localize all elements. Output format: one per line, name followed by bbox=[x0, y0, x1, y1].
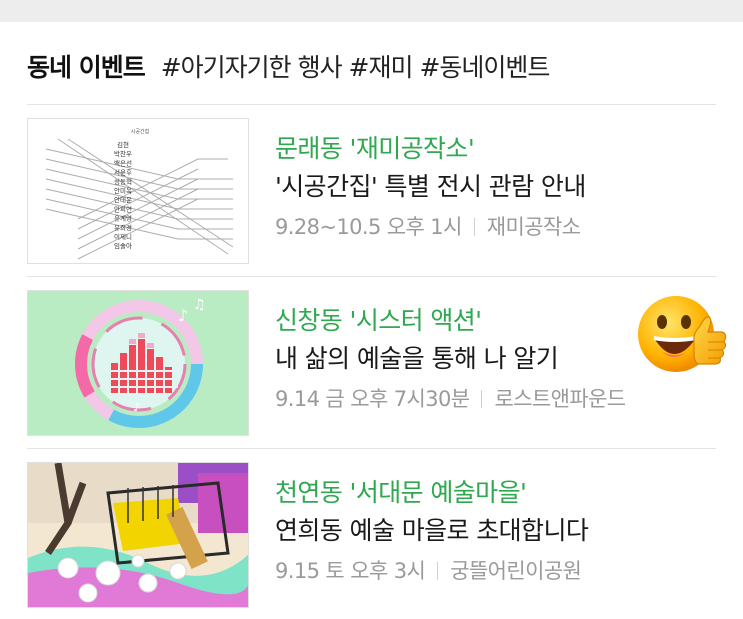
event-place: 궁뜰어린이공원 bbox=[450, 559, 582, 583]
svg-text:♫: ♫ bbox=[193, 297, 206, 313]
event-description[interactable]: 내 삶의 예술을 통해 나 알기 bbox=[275, 340, 626, 378]
music-circle-illustration: ♪ ♫ ♪ bbox=[28, 291, 248, 435]
playground-illustration bbox=[28, 463, 248, 607]
event-thumbnail-music[interactable]: ♪ ♫ ♪ bbox=[27, 290, 249, 436]
svg-text:시공간집: 시공간집 bbox=[131, 128, 149, 135]
poster-name-text: 임솔아 bbox=[114, 241, 132, 250]
meta-separator bbox=[473, 218, 475, 236]
event-meta: 9.15 토 오후 3시 궁뜰어린이공원 bbox=[275, 552, 588, 590]
poster-name-text: 안미옥 bbox=[114, 186, 132, 195]
divider bbox=[27, 276, 716, 277]
thumbs-up-smiley-icon bbox=[636, 292, 728, 378]
event-meta: 9.28~10.5 오후 1시 재미공작소 bbox=[275, 208, 586, 246]
event-description[interactable]: 연희동 예술 마을로 초대합니다 bbox=[275, 512, 589, 550]
section-hashtags: #아기자기한 행사 #재미 #동네이벤트 bbox=[160, 53, 551, 82]
event-thumbnail-playground[interactable] bbox=[27, 462, 249, 608]
poster-name-text: 안희연 bbox=[114, 204, 132, 213]
divider bbox=[27, 104, 716, 105]
poster-name-text: 김현 bbox=[117, 141, 129, 149]
event-item-mullae[interactable]: 시공간집 김현 박찬우 백은선 서윤후 성동혁 안미옥 안태운 안희연 유계영 유희경 이제니 임솔아… bbox=[27, 118, 716, 264]
poster-name-text: 안태운 bbox=[114, 195, 132, 204]
svg-text:♪: ♪ bbox=[133, 400, 141, 414]
event-title[interactable]: 문래동 '재미공작소' bbox=[275, 130, 586, 168]
event-item-cheonyeon[interactable]: 천연동 '서대문 예술마을' 연희동 예술 마을로 초대합니다 9.15 토 오… bbox=[27, 462, 716, 608]
svg-text:♪: ♪ bbox=[178, 306, 188, 325]
event-description[interactable]: '시공간집' 특별 전시 관람 안내 bbox=[275, 168, 586, 206]
poster-name-text: 성동혁 bbox=[114, 177, 132, 186]
event-thumbnail-poster[interactable]: 시공간집 김현 박찬우 백은선 서윤후 성동혁 안미옥 안태운 안희연 유계영 유희경 이제니 임솔아 bbox=[27, 118, 249, 264]
poster-name-text: 유희경 bbox=[114, 223, 132, 232]
event-date: 9.28~10.5 오후 1시 bbox=[275, 215, 462, 239]
event-place: 재미공작소 bbox=[486, 215, 581, 239]
section-header: 동네 이벤트 #아기자기한 행사 #재미 #동네이벤트 bbox=[27, 44, 551, 88]
section-title: 동네 이벤트 bbox=[27, 53, 146, 82]
event-title[interactable]: 신창동 '시스터 액션' bbox=[275, 302, 626, 340]
divider bbox=[27, 448, 716, 449]
event-text: 문래동 '재미공작소' '시공간집' 특별 전시 관람 안내 9.28~10.5… bbox=[275, 130, 586, 246]
event-item-sinchang[interactable]: ♪ ♫ ♪ 신창동 '시스터 액션' 내 삶의 예술을 통해 나 알기 9.14… bbox=[27, 290, 716, 436]
meta-separator bbox=[437, 562, 439, 580]
event-date: 9.15 토 오후 3시 bbox=[275, 559, 426, 583]
poster-name-text: 서윤후 bbox=[114, 168, 132, 177]
meta-separator bbox=[481, 390, 483, 408]
poster-name-text: 이제니 bbox=[114, 232, 132, 241]
event-meta: 9.14 금 오후 7시30분 로스트앤파운드 bbox=[275, 380, 626, 418]
poster-name-text: 유계영 bbox=[114, 214, 132, 223]
event-place: 로스트앤파운드 bbox=[494, 387, 626, 411]
event-text: 천연동 '서대문 예술마을' 연희동 예술 마을로 초대합니다 9.15 토 오… bbox=[275, 474, 589, 590]
event-text: 신창동 '시스터 액션' 내 삶의 예술을 통해 나 알기 9.14 금 오후 … bbox=[275, 302, 626, 418]
event-date: 9.14 금 오후 7시30분 bbox=[275, 387, 470, 411]
poster-name-text: 백은선 bbox=[114, 158, 132, 167]
top-gray-band bbox=[0, 0, 743, 22]
event-title[interactable]: 천연동 '서대문 예술마을' bbox=[275, 474, 588, 512]
poster-name-text: 박찬우 bbox=[114, 149, 132, 158]
poster-illustration: 시공간집 김현박찬우백은선서윤후성동혁안미옥안태운안희연유계영유희경이제니임솔아 bbox=[28, 119, 248, 263]
